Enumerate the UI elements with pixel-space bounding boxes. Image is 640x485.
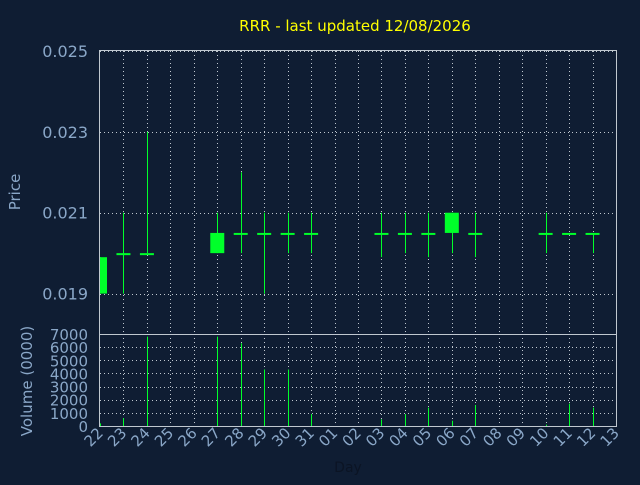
price-axis-label: Price (6, 174, 24, 211)
candle-body (139, 253, 154, 256)
chart-background (0, 0, 640, 480)
candle-body (100, 257, 107, 294)
candle-body (374, 232, 389, 235)
candle-body (585, 232, 600, 235)
volume-y-tick-label: 7000 (50, 326, 88, 344)
candle-body (116, 253, 131, 256)
chart-svg: RRR - last updated 12/08/2026 Price Volu… (0, 0, 640, 480)
day-axis-label: Day (334, 460, 362, 476)
price-y-tick-label: 0.019 (42, 285, 88, 304)
volume-axis-label: Volume (0000) (18, 326, 36, 436)
candle-body (233, 232, 248, 235)
candle-body (304, 232, 319, 235)
candle (100, 257, 107, 294)
candle (562, 232, 577, 235)
candle-body (468, 232, 483, 235)
candle-body (280, 232, 295, 235)
candle-body (444, 212, 459, 233)
day-x-ticks: 2223242526272829303101020304050607080910… (81, 424, 623, 450)
candle-body (397, 232, 412, 235)
price-y-tick-label: 0.025 (42, 42, 88, 61)
candle-body (421, 232, 436, 235)
price-y-tick-label: 0.021 (42, 204, 88, 223)
candle-body (210, 232, 225, 254)
volume-y-ticks: 01000200030004000500060007000 (50, 326, 88, 436)
chart-title: RRR - last updated 12/08/2026 (239, 17, 471, 35)
candle-body (562, 232, 577, 235)
chart-stage: RRR - last updated 12/08/2026 Price Volu… (0, 0, 640, 480)
candle-body (257, 232, 272, 235)
candle-body (538, 232, 553, 235)
price-y-tick-label: 0.023 (42, 123, 88, 142)
